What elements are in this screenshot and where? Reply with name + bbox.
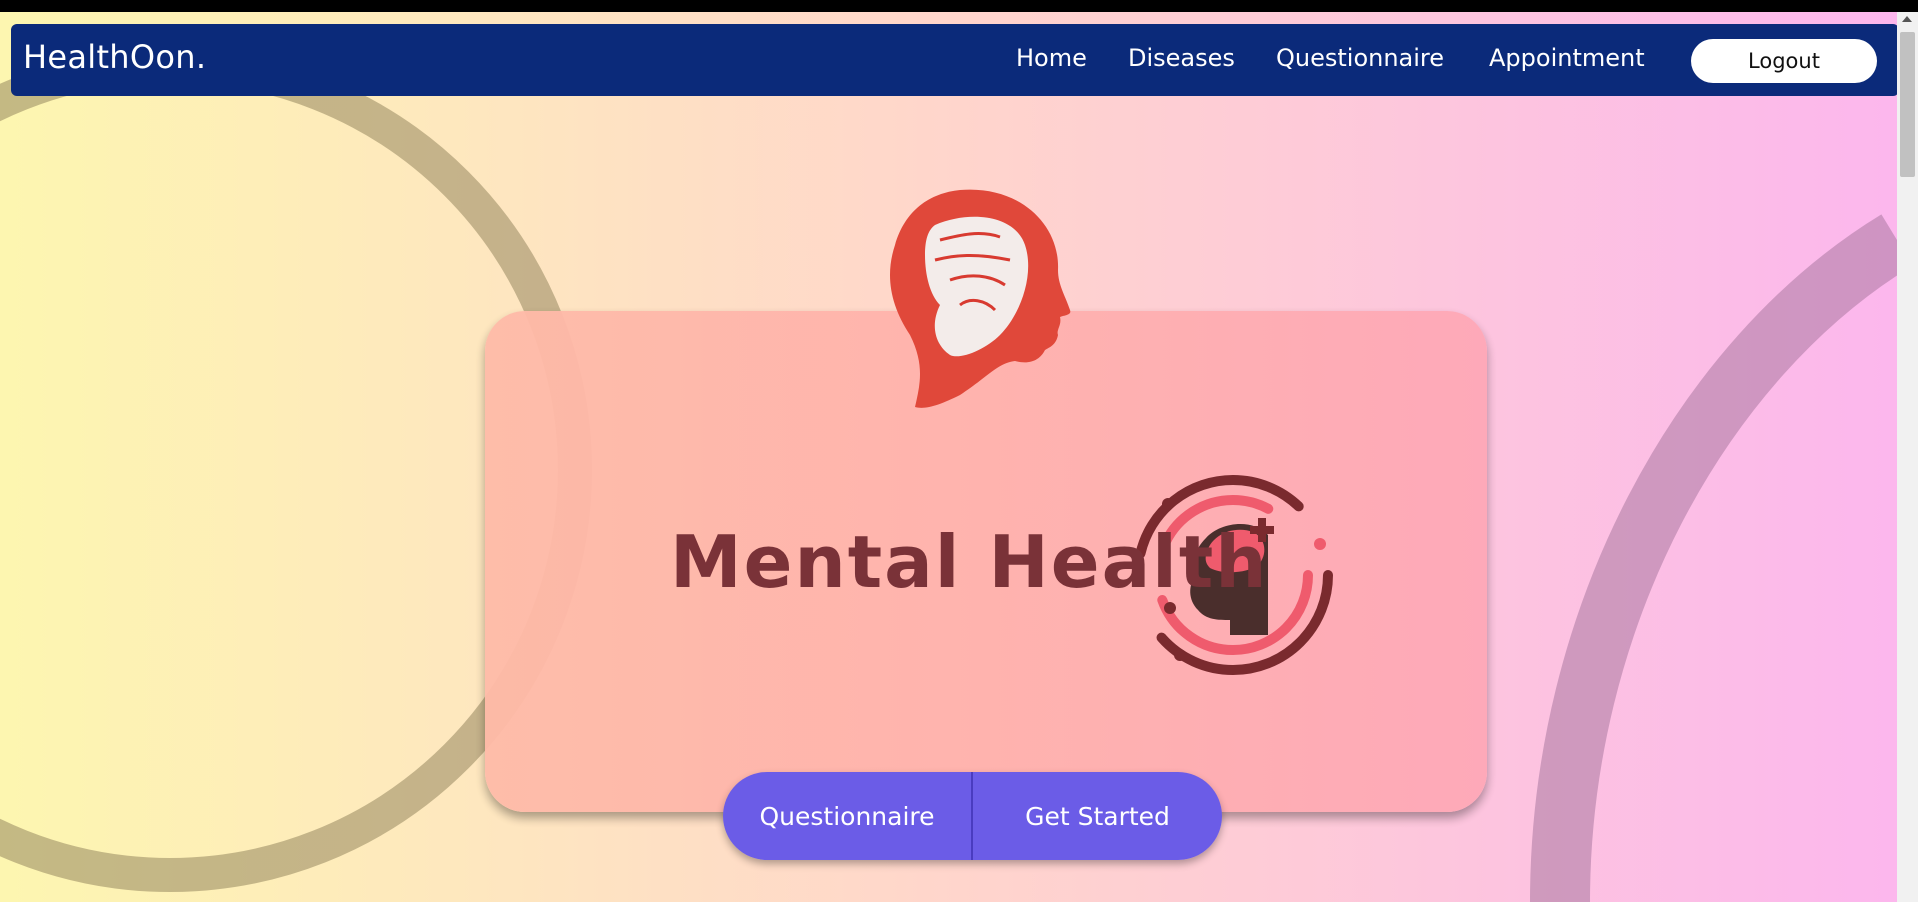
nav-diseases-link[interactable]: Diseases	[1128, 44, 1235, 72]
hero-title: Mental Health	[670, 520, 1269, 604]
nav-questionnaire-link[interactable]: Questionnaire	[1276, 44, 1444, 72]
get-started-button[interactable]: Get Started	[973, 772, 1222, 860]
hero-button-group: Questionnaire Get Started	[723, 772, 1222, 860]
window-top-border	[0, 0, 1918, 12]
brand-logo[interactable]: HealthOon.	[23, 38, 206, 76]
scroll-thumb[interactable]	[1900, 32, 1915, 177]
navbar: HealthOon. Home Diseases Questionnaire A…	[11, 24, 1899, 96]
nav-appointment-link[interactable]: Appointment	[1489, 44, 1645, 72]
scroll-up-arrow-icon[interactable]	[1902, 16, 1912, 22]
nav-home-link[interactable]: Home	[1016, 44, 1087, 72]
logout-button[interactable]: Logout	[1691, 39, 1877, 83]
questionnaire-button[interactable]: Questionnaire	[723, 772, 973, 860]
page-scrollbar[interactable]	[1897, 12, 1918, 902]
